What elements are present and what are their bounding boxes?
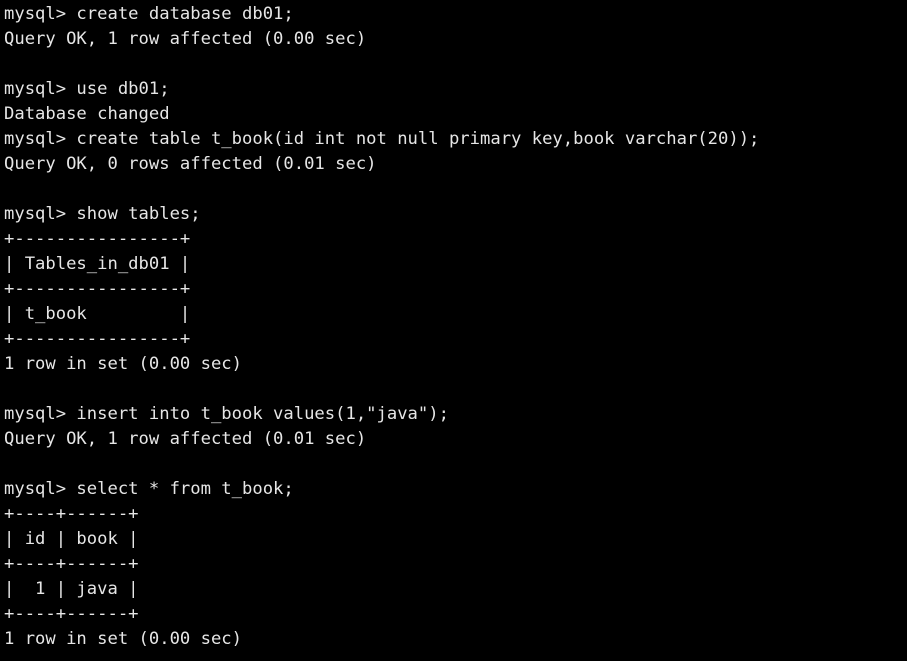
terminal-line: 1 row in set (0.00 sec) [4,629,242,649]
terminal-line: | id | book | [4,529,139,549]
terminal-output[interactable]: mysql> create database db01; Query OK, 1 … [0,0,907,661]
terminal-line: mysql> use db01; [4,79,170,99]
terminal-line: +----------------+ [4,229,191,249]
terminal-line: | t_book | [4,304,191,324]
terminal-line: +----------------+ [4,279,191,299]
terminal-line: +----+------+ [4,604,139,624]
terminal-line: mysql> show tables; [4,204,201,224]
terminal-line: Database changed [4,104,170,124]
terminal-line: mysql> insert into t_book values(1,"java… [4,404,449,424]
terminal-line: +----+------+ [4,504,139,524]
terminal-line: | 1 | java | [4,579,139,599]
terminal-line: mysql> create table t_book(id int not nu… [4,129,760,149]
terminal-line: Query OK, 1 row affected (0.01 sec) [4,429,367,449]
terminal-line: +----+------+ [4,554,139,574]
terminal-line: Query OK, 1 row affected (0.00 sec) [4,29,367,49]
terminal-line: | Tables_in_db01 | [4,254,191,274]
terminal-line: +----------------+ [4,329,191,349]
terminal-line: 1 row in set (0.00 sec) [4,354,242,374]
terminal-line: Query OK, 0 rows affected (0.01 sec) [4,154,377,174]
terminal-line: mysql> select * from t_book; [4,479,294,499]
terminal-line: mysql> create database db01; [4,4,294,24]
